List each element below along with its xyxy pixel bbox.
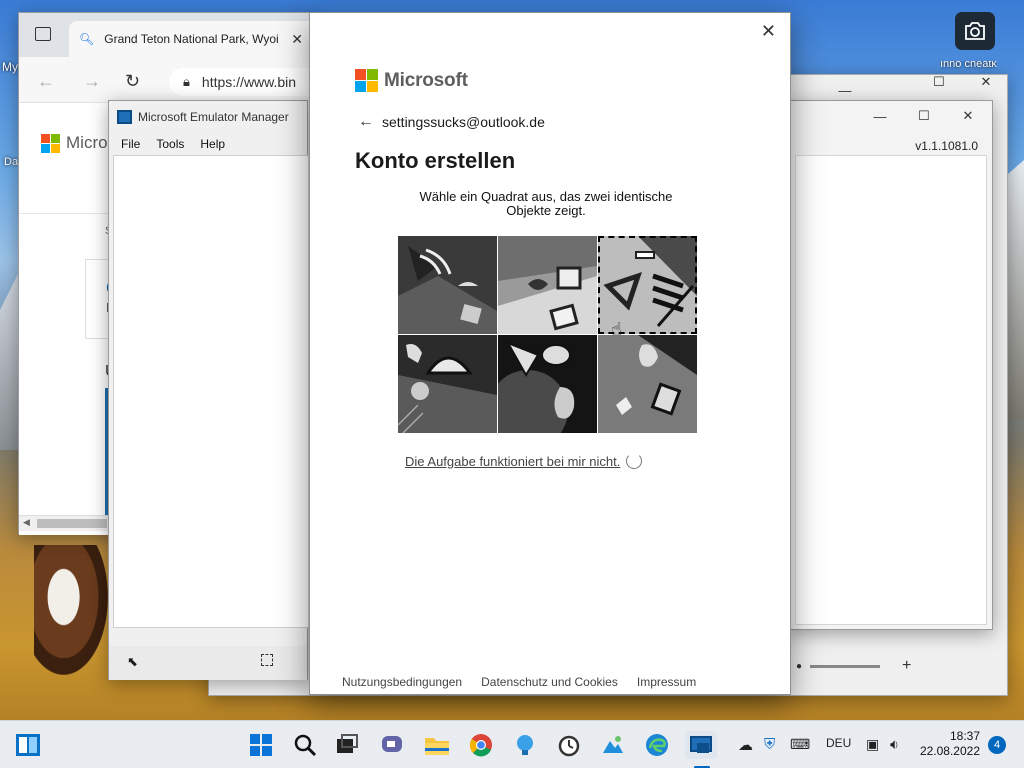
back-icon[interactable]: ← (37, 71, 55, 92)
page-logo[interactable]: Micros (41, 133, 116, 153)
chrome-icon[interactable] (467, 731, 495, 759)
emulator-bottom-bar: ⬉ (109, 646, 307, 680)
edge-icon[interactable] (643, 731, 671, 759)
minimize-icon[interactable]: — (869, 105, 891, 127)
footer-links: Nutzungsbedingungen Datenschutz und Cook… (342, 675, 696, 689)
tab-close-icon[interactable]: ✕ (291, 31, 303, 48)
microsoft-wordmark: Microsoft (384, 69, 468, 91)
close-icon[interactable]: ✕ (975, 71, 997, 93)
dialog-close-icon[interactable]: ✕ (761, 21, 776, 42)
trouble-row: Die Aufgabe funktioniert bei mir nicht. (405, 453, 643, 469)
taskbar: ☁ ⛨ ⌨ DEU ▣ 🔉︎ 18:37 22.08.2022 4 (0, 720, 1024, 768)
footer-link-imprint[interactable]: Impressum (637, 675, 696, 689)
microsoft-logo: Microsoft (355, 69, 468, 92)
captcha-tile-1[interactable] (398, 236, 497, 334)
clock-time: 18:37 (949, 729, 980, 743)
camera-icon[interactable] (955, 12, 995, 50)
page-title: Konto erstellen (355, 148, 516, 173)
desktop-icon-label-1[interactable]: My (2, 60, 18, 74)
microsoft-logo-icon (355, 69, 378, 92)
language-indicator[interactable]: DEU (826, 736, 851, 750)
menu-file[interactable]: File (121, 137, 140, 155)
desktop-icon-label-3[interactable]: Inno cheatk (940, 61, 997, 70)
minimize-icon[interactable]: — (834, 79, 856, 101)
tab-actions-icon[interactable] (35, 27, 51, 41)
task-view-icon[interactable] (333, 731, 361, 759)
clock-date: 22.08.2022 (919, 744, 980, 758)
forward-icon[interactable]: → (83, 71, 101, 92)
captcha-tile-6[interactable] (598, 335, 697, 433)
microsoft-signup-dialog: ✕ Microsoft ← settingssucks@outlook.de K… (309, 12, 791, 695)
captcha-tile-5[interactable] (498, 335, 597, 433)
scroll-thumb[interactable] (37, 519, 107, 528)
emulator-title-bar[interactable]: Microsoft Emulator Manager (109, 101, 307, 133)
captcha-trouble-link[interactable]: Die Aufgabe funktioniert bei mir nicht. (405, 454, 620, 469)
right-window: — ☐ ✕ v1.1.1081.0 (788, 100, 993, 630)
emulator-manager-window: Microsoft Emulator Manager File Tools He… (108, 100, 309, 680)
search-icon[interactable] (291, 731, 319, 759)
browser-tab[interactable]: 🔍︎ Grand Teton National Park, Wyoi ✕ (69, 21, 319, 57)
right-window-content (795, 155, 987, 625)
zoom-in-icon[interactable]: + (902, 657, 911, 675)
tab-title: Grand Teton National Park, Wyoi (104, 32, 279, 46)
start-icon[interactable] (247, 731, 275, 759)
file-explorer-icon[interactable] (423, 731, 451, 759)
desktop-icon-label-2[interactable]: Da (4, 156, 18, 168)
zoom-control[interactable]: ● + (792, 654, 992, 678)
maximize-icon[interactable]: ☐ (928, 71, 950, 93)
tab-bar: 🔍︎ Grand Teton National Park, Wyoi ✕ (19, 13, 319, 57)
identity-email: settingssucks@outlook.de (382, 114, 545, 130)
back-arrow-icon[interactable]: ← (358, 113, 374, 131)
menu-help[interactable]: Help (200, 137, 225, 155)
search-icon: 🔍︎ (79, 32, 95, 46)
photos-icon[interactable] (599, 731, 627, 759)
version-label: v1.1.1081.0 (915, 139, 978, 153)
identity-banner[interactable]: ← settingssucks@outlook.de (358, 113, 545, 131)
lock-icon: 🔒︎ (183, 74, 190, 89)
maximize-icon[interactable]: ☐ (913, 105, 935, 127)
cloud-offline-icon[interactable]: ☁ (738, 736, 753, 754)
refresh-icon[interactable] (626, 453, 643, 469)
hand-cursor-icon: ☝︎ (611, 319, 622, 339)
pointer-tool-icon[interactable]: ⬉ (127, 654, 138, 670)
refresh-icon[interactable]: ↻ (125, 71, 140, 92)
notification-badge[interactable]: 4 (988, 736, 1006, 754)
scroll-left-icon[interactable]: ◀ (23, 517, 30, 528)
microsoft-logo-icon (41, 133, 60, 153)
tips-icon[interactable] (511, 731, 539, 759)
footer-link-terms[interactable]: Nutzungsbedingungen (342, 675, 462, 689)
captcha-instruction: Wähle ein Quadrat aus, das zwei identisc… (419, 189, 673, 218)
captcha-tile-4[interactable] (398, 335, 497, 433)
teams-chat-icon[interactable] (378, 731, 406, 759)
emulator-content (113, 155, 309, 628)
menu-tools[interactable]: Tools (156, 137, 184, 155)
captcha-tile-2[interactable] (498, 236, 597, 334)
emulator-title: Microsoft Emulator Manager (138, 110, 289, 124)
emulator-app-icon (117, 110, 132, 124)
captcha-grid (398, 236, 697, 434)
network-icon[interactable]: ▣ (866, 736, 879, 753)
emulator-menu-bar: File Tools Help (109, 137, 225, 155)
zoom-slider[interactable] (810, 664, 881, 668)
footer-link-privacy[interactable]: Datenschutz und Cookies (481, 675, 618, 689)
address-bar-row: ← → ↻ 🔒︎ https://www.bin (19, 57, 339, 103)
widgets-icon[interactable] (14, 731, 42, 759)
shield-icon[interactable]: ⛨ (764, 736, 775, 753)
keyboard-icon[interactable]: ⌨ (790, 736, 810, 753)
select-tool-icon[interactable] (261, 654, 273, 666)
url-text: https://www.bin (201, 74, 297, 90)
wallpaper-horse (34, 545, 108, 675)
slider-thumb-icon[interactable]: ● (796, 661, 802, 672)
close-icon[interactable]: ✕ (957, 105, 979, 127)
volume-icon[interactable]: 🔉︎ (890, 736, 899, 753)
clock-app-icon[interactable] (555, 731, 583, 759)
emulator-taskbar-icon[interactable] (685, 731, 717, 759)
clock[interactable]: 18:37 22.08.2022 (916, 729, 980, 759)
